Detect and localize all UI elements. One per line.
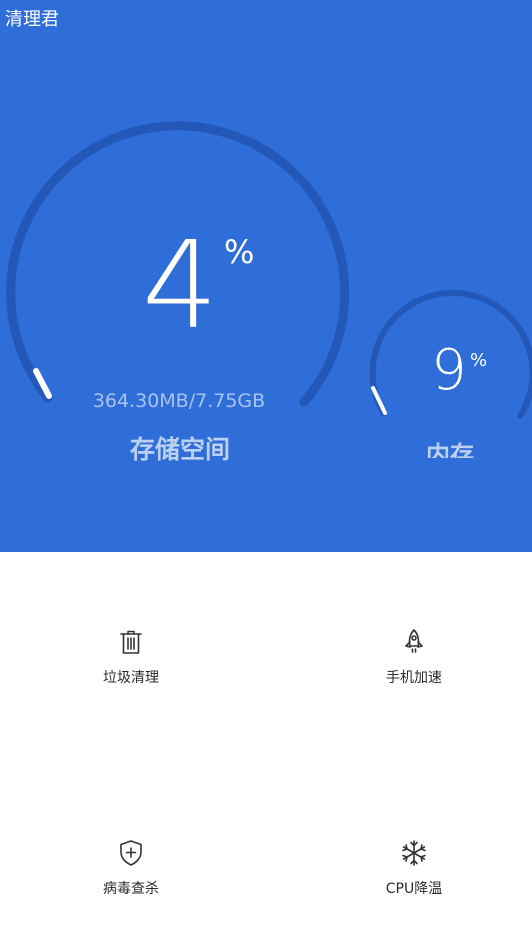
memory-label-clip: 内存 (400, 438, 500, 458)
shield-plus-icon (120, 840, 142, 866)
tool-cpu-cool[interactable]: CPU降温 (344, 838, 484, 938)
memory-percent-value: 9 (431, 338, 467, 403)
storage-usage-detail: 364.30MB/7.75GB (92, 390, 266, 412)
storage-percent-value: 4 (141, 217, 219, 356)
tool-label: CPU降温 (385, 881, 443, 897)
storage-label[interactable]: 存储空间 (80, 432, 280, 468)
dashboard-header: 清理君 4 % 364.30MB/7.75GB 存储空间 9 % 内存 (0, 0, 532, 552)
snowflake-icon (402, 840, 426, 866)
tool-virus-scan[interactable]: 病毒查杀 (61, 838, 201, 938)
tool-junk-clean[interactable]: 垃圾清理 (61, 627, 201, 727)
tool-label: 病毒查杀 (103, 881, 159, 897)
tool-label: 垃圾清理 (103, 670, 159, 686)
rocket-icon (405, 629, 423, 653)
storage-percent-sign: % (224, 233, 255, 271)
memory-label[interactable]: 内存 (400, 440, 500, 458)
gauge-graphics (6, 121, 532, 419)
memory-percent-sign: % (470, 350, 488, 371)
trash-icon (120, 630, 142, 654)
tool-phone-boost[interactable]: 手机加速 (344, 627, 484, 727)
tool-label: 手机加速 (386, 670, 442, 686)
tool-grid: 垃圾清理 手机加速 病毒查杀 CPU降温 (0, 552, 532, 938)
